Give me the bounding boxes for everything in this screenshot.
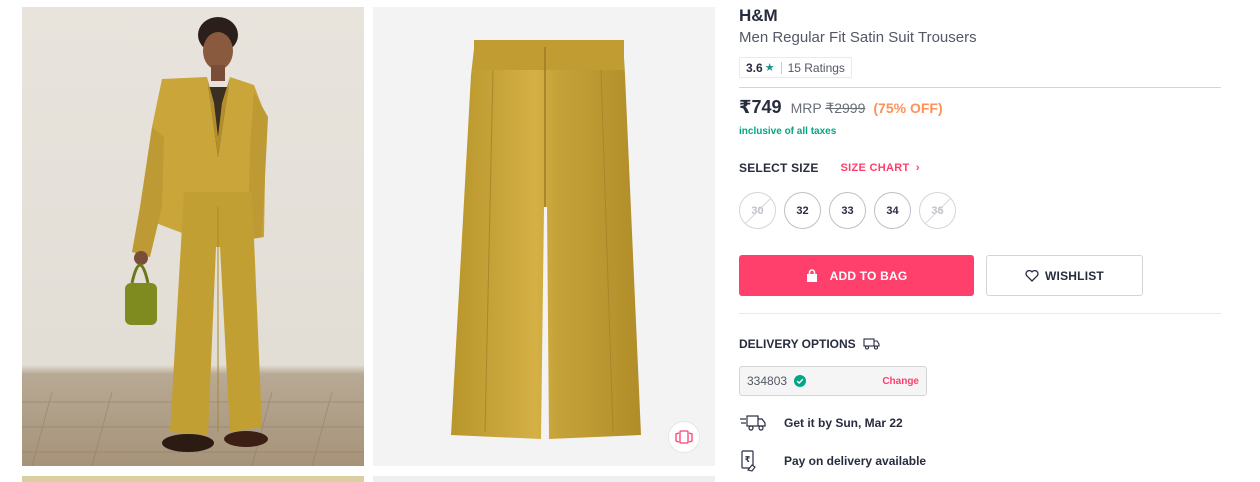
add-to-bag-label: ADD TO BAG xyxy=(829,268,908,283)
svg-text:₹: ₹ xyxy=(745,455,751,464)
size-button-34[interactable]: 34 xyxy=(874,192,911,229)
model-photo[interactable] xyxy=(22,7,364,466)
product-name: Men Regular Fit Satin Suit Trousers xyxy=(739,29,977,46)
cash-payment-icon: ₹ xyxy=(739,450,769,472)
delivery-eta-text: Get it by Sun, Mar 22 xyxy=(784,416,903,430)
trousers-photo[interactable] xyxy=(373,7,715,466)
size-chart-link[interactable]: SIZE CHART › xyxy=(841,162,920,174)
trousers-product-photo xyxy=(451,40,641,439)
rating-badge[interactable]: 3.6 ★ 15 Ratings xyxy=(739,57,852,78)
check-circle-icon xyxy=(794,375,807,387)
delivery-options-header: DELIVERY OPTIONS xyxy=(739,337,880,351)
price-row: ₹749 MRP ₹2999 (75% OFF) xyxy=(739,97,943,118)
product-photo-3[interactable] xyxy=(22,476,364,482)
product-photo-4[interactable] xyxy=(373,476,715,482)
chevron-right-icon: › xyxy=(915,162,920,174)
pincode-field[interactable]: 334803 Change xyxy=(739,366,927,396)
wishlist-button[interactable]: WISHLIST xyxy=(986,255,1143,296)
similar-products-button[interactable] xyxy=(668,421,700,453)
size-button-32[interactable]: 32 xyxy=(784,192,821,229)
size-button-36[interactable]: 36 xyxy=(919,192,956,229)
brand-name[interactable]: H&M xyxy=(739,6,778,26)
model-wearing-suit-photo xyxy=(22,17,364,466)
size-options: 30 32 33 34 36 xyxy=(739,192,956,229)
size-button-33[interactable]: 33 xyxy=(829,192,866,229)
heart-icon xyxy=(1025,269,1039,282)
mrp-label: MRP xyxy=(790,100,822,116)
rating-count: 15 Ratings xyxy=(787,60,845,75)
mrp-value: ₹2999 xyxy=(825,100,866,116)
star-icon: ★ xyxy=(764,62,775,74)
discount-label: (75% OFF) xyxy=(873,100,943,116)
rating-value: 3.6 xyxy=(746,60,763,75)
delivery-options-title: DELIVERY OPTIONS xyxy=(739,337,856,351)
add-to-bag-button[interactable]: ADD TO BAG xyxy=(739,255,974,296)
size-button-30[interactable]: 30 xyxy=(739,192,776,229)
divider xyxy=(739,313,1221,314)
pay-on-delivery-row: ₹ Pay on delivery available xyxy=(739,450,926,472)
change-pincode-button[interactable]: Change xyxy=(882,376,919,387)
truck-icon xyxy=(863,338,880,350)
rating-separator xyxy=(780,61,782,74)
similar-products-icon xyxy=(675,430,693,444)
fast-delivery-truck-icon xyxy=(739,414,769,432)
tax-note: inclusive of all taxes xyxy=(739,126,837,137)
mrp: MRP ₹2999 xyxy=(791,100,866,117)
selling-price: ₹749 xyxy=(739,97,782,117)
size-chart-label: SIZE CHART xyxy=(840,162,910,174)
image-gallery xyxy=(0,0,720,482)
wishlist-label: WISHLIST xyxy=(1045,268,1104,283)
delivery-eta-row: Get it by Sun, Mar 22 xyxy=(739,414,903,432)
select-size-title: SELECT SIZE xyxy=(739,161,819,175)
pincode-value: 334803 xyxy=(747,374,788,388)
pay-on-delivery-text: Pay on delivery available xyxy=(784,454,927,468)
size-header: SELECT SIZE SIZE CHART › xyxy=(739,161,920,175)
shopping-bag-icon xyxy=(806,268,818,283)
divider xyxy=(739,87,1221,88)
